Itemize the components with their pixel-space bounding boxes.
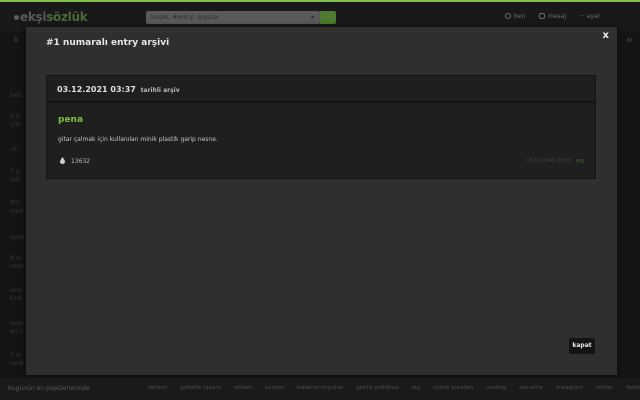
footer-link[interactable]: iletişim [148,385,167,391]
entry-card: 03.12.2021 03:37 tarihli arşiv pena gita… [46,75,596,179]
footer-popular-link[interactable]: bugünün en popülerlerinde [8,385,90,392]
close-button[interactable]: kapat [569,338,595,354]
nav-item-ben[interactable]: ben [505,13,525,20]
footer-link[interactable]: kariyer [265,385,284,391]
close-icon[interactable]: x [603,30,609,41]
nav-label: ben [514,13,526,20]
footer-link[interactable]: instagram [556,385,583,391]
entry-title[interactable]: pena [58,115,83,125]
footer-link[interactable]: facebook [626,385,640,391]
footer-links: iletişim şeffaflık raporu reklam kariyer… [148,385,640,391]
footer-link[interactable]: gizlilik politikası [356,385,399,391]
site-footer: bugünün en popülerlerinde iletişim şeffa… [0,378,640,400]
entry-text: gitar çalmak için kullanılan minik plast… [58,136,218,143]
footer-link[interactable]: sub-etha [519,385,543,391]
drop-icon[interactable] [60,157,65,164]
footer-link[interactable]: faq [411,385,420,391]
entry-author-link[interactable]: ssg [576,158,584,164]
logo-drop-icon [14,15,19,20]
entry-meta: 05.02.1999 00:00 [526,158,571,164]
nav-item-mesaj[interactable]: mesaj [539,13,566,20]
modal-title: #1 numaralı entry arşivi [46,38,170,48]
user-icon [505,13,511,19]
message-icon [539,13,545,19]
footer-link[interactable]: reklam [234,385,253,391]
footer-link[interactable]: şeffaflık raporu [180,385,221,391]
nav-label: ayar [586,13,601,20]
nav-label: mesaj [548,13,567,20]
archive-date-header: 03.12.2021 03:37 tarihli arşiv [47,76,595,103]
nav-item-ayar[interactable]: ··· ayar [579,13,600,20]
archive-modal: #1 numaralı entry arşivi x 03.12.2021 03… [26,27,617,375]
favorite-count[interactable]: 13632 [71,158,90,165]
site-logo[interactable]: ekşisözlük [14,10,88,24]
logo-text-secondary: sözlük [46,10,88,24]
search-button[interactable] [320,11,336,24]
footer-link[interactable]: twitter [596,385,614,391]
menu-icon: ··· [579,13,585,20]
footer-link[interactable]: modlog [486,385,506,391]
chevron-down-icon[interactable]: ▾ [311,11,314,24]
search-placeholder: başlık, #entry, @yazar [151,14,220,21]
footer-link[interactable]: kullanım koşulları [296,385,343,391]
archive-date-suffix: tarihli arşiv [140,87,180,94]
search-input[interactable]: başlık, #entry, @yazar ▾ [146,11,320,24]
logo-text-primary: ekşi [20,10,47,24]
archive-date: 03.12.2021 03:37 [57,85,136,94]
footer-link[interactable]: sözlük kuralları [433,385,474,391]
